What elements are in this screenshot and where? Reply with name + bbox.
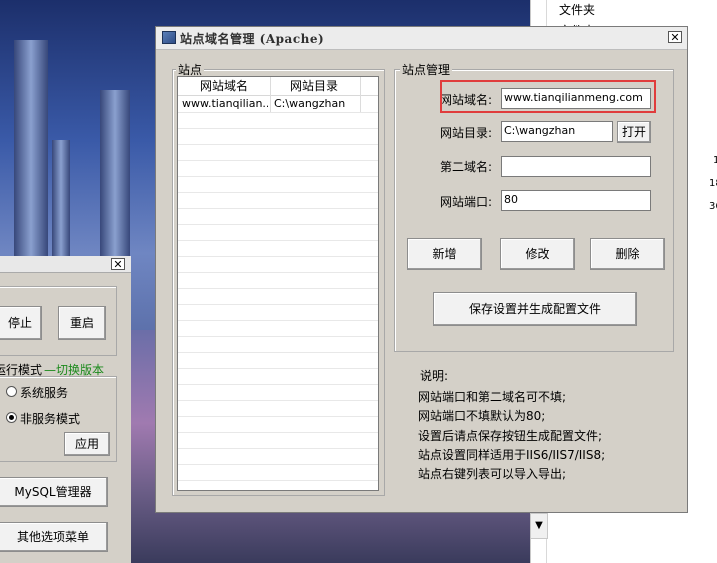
column-header-dir[interactable]: 网站目录 xyxy=(270,77,357,95)
apply-button[interactable]: 应用 xyxy=(64,432,110,456)
second-domain-label: 第二域名: xyxy=(439,160,492,174)
more-options-button[interactable]: 其他选项菜单 xyxy=(0,522,108,552)
stop-button[interactable]: 停止 xyxy=(0,306,42,340)
size-value: 36 xyxy=(709,201,717,212)
system-service-label: 系统服务 xyxy=(20,386,69,400)
size-value: 18 xyxy=(709,178,717,189)
note-line: 网站端口不填默认为80; xyxy=(418,409,546,423)
note-line: 站点右键列表可以导入导出; xyxy=(418,467,567,481)
site-list[interactable]: 网站域名 网站目录 www.tianqilian... C:\wangzhan xyxy=(177,76,379,491)
port-input[interactable]: 80 xyxy=(501,190,651,211)
empty-rows xyxy=(178,113,378,490)
manage-group-title: 站点管理 xyxy=(400,61,453,78)
add-button[interactable]: 新增 xyxy=(407,238,482,270)
mysql-manager-button[interactable]: MySQL管理器 xyxy=(0,477,108,507)
note-line: 站点设置同样适用于IIS6/IIS7/IIS8; xyxy=(418,448,606,462)
open-button[interactable]: 打开 xyxy=(617,121,651,143)
delete-button[interactable]: 删除 xyxy=(590,238,665,270)
radio-dot-icon xyxy=(9,415,14,420)
close-icon[interactable]: ✕ xyxy=(668,31,682,43)
note-line: 网站端口和第二域名可不填; xyxy=(418,390,567,404)
row-domain-cell: www.tianqilian... xyxy=(182,97,268,110)
app-icon xyxy=(162,31,176,44)
highlight-box xyxy=(440,80,656,113)
save-config-button[interactable]: 保存设置并生成配置文件 xyxy=(433,292,637,326)
port-label: 网站端口: xyxy=(439,195,492,209)
dialog-titlebar[interactable]: 站点域名管理 (Apache) ✕ xyxy=(156,27,687,50)
non-service-radio[interactable] xyxy=(6,412,17,423)
site-domain-dialog: 站点域名管理 (Apache) ✕ 站点 网站域名 网站目录 www.tianq… xyxy=(155,26,688,513)
tower-building xyxy=(52,140,70,260)
row-dir-cell: C:\wangzhan xyxy=(274,97,346,110)
dir-input[interactable]: C:\wangzhan xyxy=(501,121,613,142)
modify-button[interactable]: 修改 xyxy=(500,238,575,270)
note-line: 设置后请点保存按钮生成配置文件; xyxy=(418,429,603,443)
column-header-domain[interactable]: 网站域名 xyxy=(178,77,270,95)
system-service-radio[interactable] xyxy=(6,386,17,397)
tower-building xyxy=(100,90,130,260)
notes-title: 说明: xyxy=(420,369,449,383)
close-icon[interactable]: ✕ xyxy=(111,258,125,270)
tower-building xyxy=(14,40,48,260)
second-domain-input[interactable] xyxy=(501,156,651,177)
scrollbar-down-arrow[interactable]: ▼ xyxy=(530,513,548,539)
size-value: 1 xyxy=(713,155,717,166)
dir-label: 网站目录: xyxy=(439,126,492,140)
column-header-folder[interactable]: 文件夹 xyxy=(559,1,595,18)
dialog-title: 站点域名管理 (Apache) xyxy=(180,32,325,46)
server-control-window: ✕ 停止 重启 运行模式 —切换版本 系统服务 非服务模式 应用 MySQL管理… xyxy=(0,256,131,563)
list-header: 网站域名 网站目录 xyxy=(178,77,378,96)
restart-button[interactable]: 重启 xyxy=(58,306,106,340)
table-row[interactable]: www.tianqilian... C:\wangzhan xyxy=(178,96,378,113)
non-service-label: 非服务模式 xyxy=(20,412,81,426)
